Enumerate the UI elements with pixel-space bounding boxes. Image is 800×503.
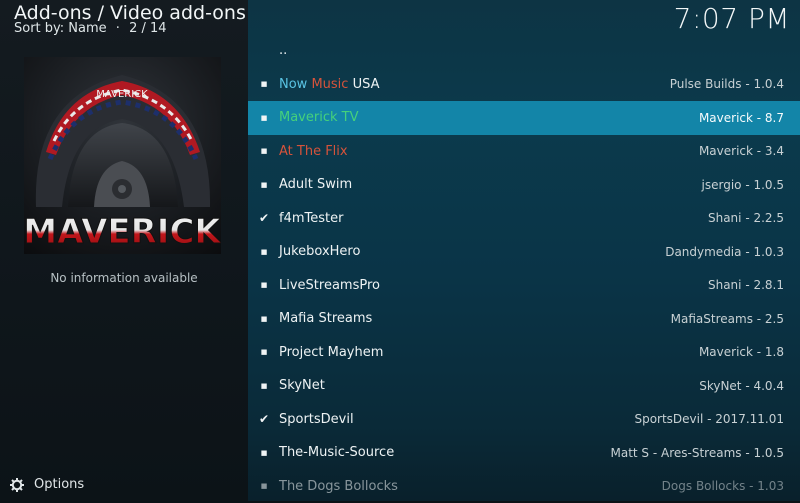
addon-list-item[interactable]: ■ The-Music-Source Matt S - Ares-Streams -… xyxy=(248,436,800,470)
bullet-icon: ■ xyxy=(258,382,270,390)
addon-name-part: Maverick TV xyxy=(279,110,358,125)
addon-thumbnail: MAVERICK MAVERICK xyxy=(24,57,221,254)
addon-name: Now Music USA xyxy=(279,77,379,92)
addon-name: At The Flix xyxy=(279,144,348,159)
bullet-icon: ■ xyxy=(258,248,270,256)
item-position: 2 / 14 xyxy=(129,21,166,36)
checkmark-icon: ✔ xyxy=(258,412,270,426)
sort-status: Sort by: Name · 2 / 14 xyxy=(14,21,167,36)
addon-list-item[interactable]: ■ Adult Swim jsergio - 1.0.5 xyxy=(248,168,800,202)
addon-name: SkyNet xyxy=(279,378,325,393)
addon-name-part: Now xyxy=(279,77,311,92)
addon-list-item[interactable]: ✔ f4mTester Shani - 2.2.5 xyxy=(248,202,800,236)
addon-name: JukeboxHero xyxy=(279,244,360,259)
addon-list-panel: 7:07 PM .. ■ Now Music USA Pulse Builds - 1… xyxy=(248,0,800,501)
addon-name-part: SportsDevil xyxy=(279,412,354,427)
info-panel: Add-ons / Video add-ons Sort by: Name · … xyxy=(0,0,248,501)
addon-list-item[interactable]: ■ The Dogs Bollocks Dogs Bollocks - 1.03 xyxy=(248,470,800,503)
sort-separator: · xyxy=(116,21,120,36)
addon-name-part: .. xyxy=(279,43,287,58)
addon-list-item[interactable]: ■ Project Mayhem Maverick - 1.8 xyxy=(248,336,800,370)
bullet-icon: ■ xyxy=(258,181,270,189)
options-button[interactable]: Options xyxy=(10,477,84,492)
addon-name-part: f4mTester xyxy=(279,211,343,226)
addon-list: .. ■ Now Music USA Pulse Builds - 1.0.4 ■ Mav… xyxy=(248,34,800,503)
addon-name-part: The-Music-Source xyxy=(279,445,394,460)
addon-version: Shani - 2.8.1 xyxy=(708,278,784,292)
addon-description: No information available xyxy=(0,271,248,285)
thumbnail-brand: MAVERICK xyxy=(24,212,221,252)
addon-name-part: Adult Swim xyxy=(279,177,352,192)
bullet-icon: ■ xyxy=(258,449,270,457)
addon-version: jsergio - 1.0.5 xyxy=(702,178,784,192)
bullet-icon: ■ xyxy=(258,482,270,490)
addon-list-item[interactable]: ■ Maverick TV Maverick - 8.7 xyxy=(248,101,800,135)
bullet-icon: ■ xyxy=(258,348,270,356)
addon-list-item[interactable]: ■ Mafia Streams MafiaStreams - 2.5 xyxy=(248,302,800,336)
addon-list-item[interactable]: ■ At The Flix Maverick - 3.4 xyxy=(248,135,800,169)
addon-name: The-Music-Source xyxy=(279,445,394,460)
addon-name: Project Mayhem xyxy=(279,345,383,360)
bullet-icon: ■ xyxy=(258,147,270,155)
addon-version: Matt S - Ares-Streams - 1.0.5 xyxy=(610,446,784,460)
gear-icon xyxy=(10,478,24,492)
options-label: Options xyxy=(34,477,84,492)
addon-name: Adult Swim xyxy=(279,177,352,192)
bullet-icon: ■ xyxy=(258,80,270,88)
addon-name-part: USA xyxy=(353,77,380,92)
addon-version: Maverick - 8.7 xyxy=(699,111,784,125)
bullet-icon: ■ xyxy=(258,114,270,122)
addon-list-item[interactable]: ■ LiveStreamsPro Shani - 2.8.1 xyxy=(248,269,800,303)
addon-name: SportsDevil xyxy=(279,412,354,427)
addon-name: f4mTester xyxy=(279,211,343,226)
addon-list-item[interactable]: ■ SkyNet SkyNet - 4.0.4 xyxy=(248,369,800,403)
addon-version: Pulse Builds - 1.0.4 xyxy=(670,77,784,91)
addon-name-part: SkyNet xyxy=(279,378,325,393)
addon-list-item[interactable]: ■ JukeboxHero Dandymedia - 1.0.3 xyxy=(248,235,800,269)
sort-label: Sort by: Name xyxy=(14,21,107,36)
addon-name: Mafia Streams xyxy=(279,311,372,326)
addon-name-part: JukeboxHero xyxy=(279,244,360,259)
bullet-icon: ■ xyxy=(258,315,270,323)
addon-name: LiveStreamsPro xyxy=(279,278,380,293)
addon-version: Dandymedia - 1.0.3 xyxy=(665,245,784,259)
parent-folder-item[interactable]: .. xyxy=(248,34,800,68)
addon-version: Maverick - 1.8 xyxy=(699,345,784,359)
addon-name-part: The Dogs Bollocks xyxy=(279,479,398,494)
bullet-icon: ■ xyxy=(258,281,270,289)
addon-list-item[interactable]: ✔ SportsDevil SportsDevil - 2017.11.01 xyxy=(248,403,800,437)
addon-name-part: Music xyxy=(311,77,352,92)
clock: 7:07 PM xyxy=(674,2,790,35)
addon-version: SportsDevil - 2017.11.01 xyxy=(634,412,784,426)
addon-version: Dogs Bollocks - 1.03 xyxy=(662,479,784,493)
helmet-text: MAVERICK xyxy=(96,89,148,100)
addon-version: SkyNet - 4.0.4 xyxy=(699,379,784,393)
addon-list-item[interactable]: ■ Now Music USA Pulse Builds - 1.0.4 xyxy=(248,68,800,102)
addon-name-part: LiveStreamsPro xyxy=(279,278,380,293)
addon-version: Maverick - 3.4 xyxy=(699,144,784,158)
checkmark-icon: ✔ xyxy=(258,211,270,225)
addon-name: Maverick TV xyxy=(279,110,358,125)
addon-name-part: Mafia Streams xyxy=(279,311,372,326)
addon-version: Shani - 2.2.5 xyxy=(708,211,784,225)
addon-name-part: At The Flix xyxy=(279,144,348,159)
addon-version: MafiaStreams - 2.5 xyxy=(671,312,784,326)
addon-name: The Dogs Bollocks xyxy=(279,479,398,494)
addon-name: .. xyxy=(279,43,287,58)
addon-name-part: Project Mayhem xyxy=(279,345,383,360)
